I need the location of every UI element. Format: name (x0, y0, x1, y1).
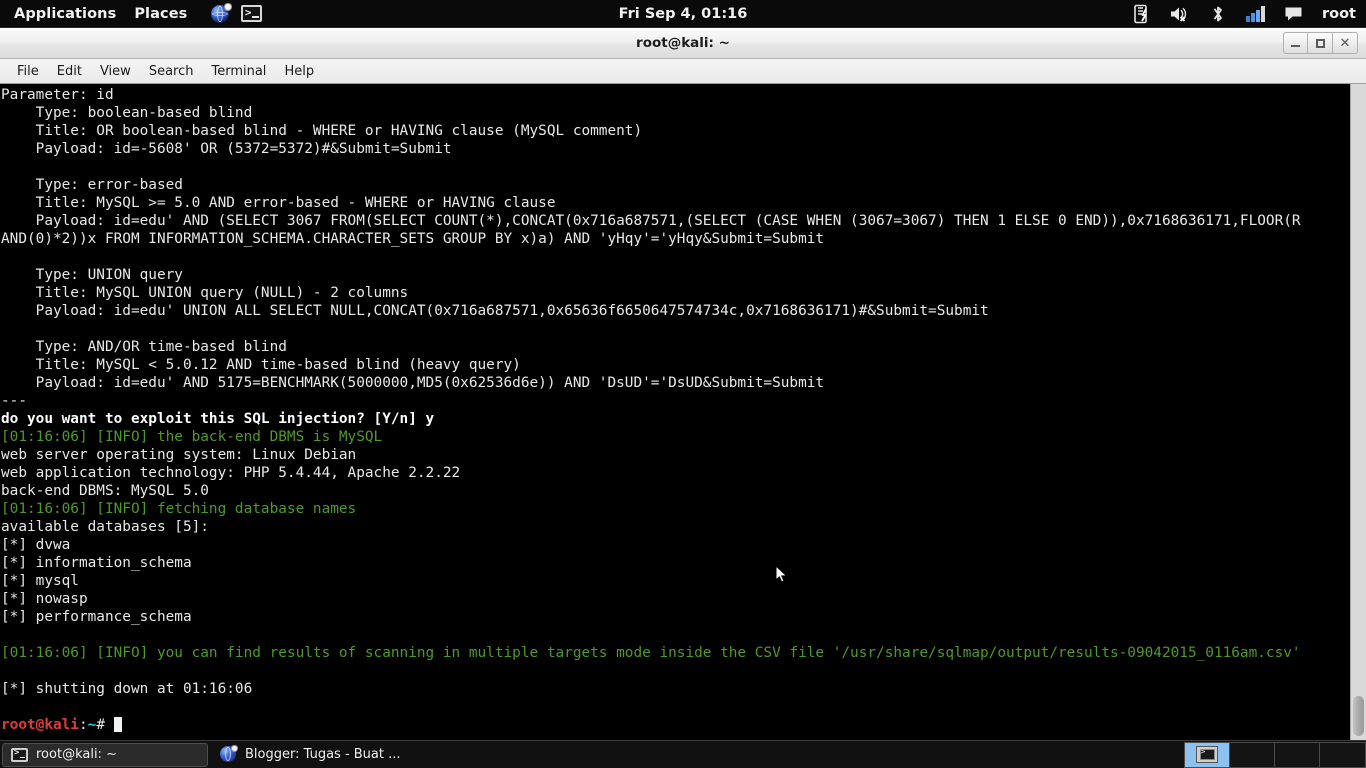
terminal-window: root@kali: ~ ✕ File Edit View Search Ter… (0, 28, 1366, 740)
terminal-line: --- (1, 393, 27, 409)
terminal-line: Title: MySQL < 5.0.12 AND time-based bli… (1, 357, 521, 373)
workspace-3[interactable] (1275, 742, 1320, 767)
minimize-button[interactable] (1283, 32, 1308, 54)
terminal-line: Type: error-based (1, 177, 183, 193)
menu-edit[interactable]: Edit (48, 59, 91, 84)
terminal-scrollbar[interactable] (1350, 84, 1366, 740)
terminal-line: Type: UNION query (1, 267, 183, 283)
workspace-4[interactable] (1320, 742, 1365, 767)
terminal-icon[interactable] (240, 3, 262, 25)
menubar: File Edit View Search Terminal Help (0, 59, 1366, 84)
terminal-line: Title: MySQL >= 5.0 AND error-based - WH… (1, 195, 556, 211)
terminal-line: Payload: id=edu' AND 5175=BENCHMARK(5000… (1, 375, 825, 391)
close-button[interactable]: ✕ (1333, 32, 1358, 54)
menu-view[interactable]: View (91, 59, 140, 84)
top-panel: Applications Places Fri Sep 4, 01:16 (0, 0, 1366, 28)
terminal-output: Parameter: id Type: boolean-based blind … (0, 84, 1350, 740)
terminal-line: available databases [5]: (1, 519, 209, 535)
terminal-line: [01:16:06] [INFO] fetching database name… (1, 501, 357, 517)
terminal-line: Payload: id=-5608' OR (5372=5372)#&Submi… (1, 141, 452, 157)
task-button-browser[interactable]: Blogger: Tugas - Buat ... (212, 743, 418, 767)
terminal-line: [01:16:06] [INFO] the back-end DBMS is M… (1, 429, 383, 445)
prompt-user-host: root@kali (1, 717, 79, 733)
prompt-colon: : (78, 717, 88, 733)
maximize-button[interactable] (1308, 32, 1333, 54)
terminal-line: [*] information_schema (1, 555, 192, 571)
terminal-line: [*] performance_schema (1, 609, 192, 625)
globe-icon[interactable] (210, 2, 233, 25)
terminal-cursor (113, 717, 123, 732)
terminal-line: Title: MySQL UNION query (NULL) - 2 colu… (1, 285, 409, 301)
system-tray: root (1130, 2, 1366, 26)
task-label: root@kali: ~ (36, 747, 117, 762)
workspace-switcher (1184, 741, 1366, 768)
menu-terminal[interactable]: Terminal (202, 59, 275, 84)
menu-help[interactable]: Help (275, 59, 323, 84)
terminal-body[interactable]: Parameter: id Type: boolean-based blind … (0, 84, 1366, 740)
menu-file[interactable]: File (8, 59, 48, 84)
applications-menu[interactable]: Applications (5, 0, 125, 28)
terminal-line: [*] dvwa (1, 537, 71, 553)
window-controls: ✕ (1283, 32, 1358, 54)
terminal-line: do you want to exploit this SQL injectio… (1, 411, 435, 427)
panel-launchers (210, 2, 262, 25)
terminal-line: [*] nowasp (1, 591, 88, 607)
terminal-line: web server operating system: Linux Debia… (1, 447, 357, 463)
places-menu[interactable]: Places (125, 0, 196, 28)
power-manager-icon[interactable] (1130, 2, 1154, 26)
window-title: root@kali: ~ (636, 35, 730, 51)
task-label: Blogger: Tugas - Buat ... (245, 747, 401, 762)
prompt-sigil: # (96, 717, 114, 733)
terminal-line: Parameter: id (1, 87, 114, 103)
task-button-terminal[interactable]: root@kali: ~ (2, 742, 208, 767)
terminal-prompt-line[interactable]: root@kali:~# (1, 716, 1350, 734)
globe-icon (220, 745, 238, 763)
bluetooth-icon[interactable] (1206, 2, 1230, 26)
terminal-line: Type: AND/OR time-based blind (1, 339, 287, 355)
terminal-line: Payload: id=edu' UNION ALL SELECT NULL,C… (1, 303, 989, 319)
workspace-1[interactable] (1185, 742, 1230, 767)
terminal-line: AND(0)*2))x FROM INFORMATION_SCHEMA.CHAR… (1, 231, 825, 247)
terminal-line: Payload: id=edu' AND (SELECT 3067 FROM(S… (1, 213, 1301, 229)
terminal-line: Type: boolean-based blind (1, 105, 253, 121)
workspace-window-preview (1196, 746, 1218, 763)
terminal-line: [*] mysql (1, 573, 79, 589)
terminal-line: Title: OR boolean-based blind - WHERE or… (1, 123, 643, 139)
terminal-line: back-end DBMS: MySQL 5.0 (1, 483, 209, 499)
taskbar: root@kali: ~ Blogger: Tugas - Buat ... (0, 740, 1366, 768)
scrollbar-thumb[interactable] (1353, 696, 1364, 736)
volume-muted-icon[interactable] (1168, 2, 1192, 26)
terminal-icon (11, 747, 28, 762)
message-bubble-icon[interactable] (1282, 2, 1306, 26)
window-titlebar[interactable]: root@kali: ~ ✕ (0, 28, 1366, 59)
workspace-2[interactable] (1230, 742, 1275, 767)
network-signal-icon[interactable] (1244, 2, 1268, 26)
terminal-line: [01:16:06] [INFO] you can find results o… (1, 645, 1301, 661)
menu-search[interactable]: Search (140, 59, 203, 84)
terminal-line: web application technology: PHP 5.4.44, … (1, 465, 461, 481)
user-menu[interactable]: root (1322, 6, 1356, 22)
terminal-line: [*] shutting down at 01:16:06 (1, 681, 253, 697)
